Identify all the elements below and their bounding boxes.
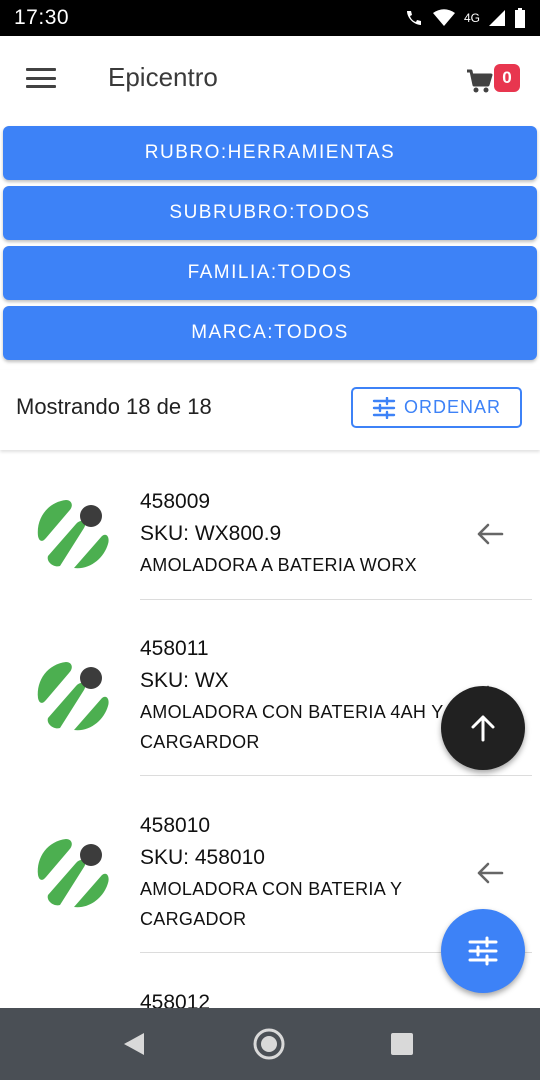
cart-icon [467, 69, 493, 93]
back-icon[interactable] [122, 1032, 146, 1056]
product-description: AMOLADORA A BATERIA WORX [140, 555, 417, 575]
divider [140, 775, 532, 776]
page-title: Epicentro [108, 62, 218, 92]
product-sku: SKU: WX [140, 669, 229, 692]
tune-icon [468, 936, 498, 966]
brand-logo-icon [35, 659, 109, 733]
system-nav-bar [0, 1008, 540, 1080]
network-label: 4G [463, 11, 480, 25]
list-item[interactable]: 458009 SKU: WX800.9 AMOLADORA A BATERIA … [0, 452, 540, 602]
cart-count-badge: 0 [494, 64, 520, 92]
cart-button[interactable]: 0 [466, 64, 522, 96]
product-description: AMOLADORA CON BATERIA 4AH Y CARGARDOR [140, 702, 444, 752]
scroll-top-button[interactable] [441, 686, 525, 770]
product-sku: SKU: 458010 [140, 846, 265, 869]
status-bar: 17:30 4G [0, 0, 540, 36]
product-sku: SKU: WX800.9 [140, 522, 282, 545]
results-count: Mostrando 18 de 18 [16, 394, 212, 419]
recents-icon[interactable] [391, 1033, 413, 1055]
menu-icon[interactable] [26, 68, 56, 88]
arrow-left-icon[interactable] [474, 518, 506, 550]
app-bar: Epicentro 0 [0, 36, 540, 120]
arrow-up-icon [471, 715, 495, 742]
home-icon[interactable] [252, 1027, 286, 1061]
brand-logo-icon [35, 497, 109, 571]
sort-button[interactable]: ORDENAR [351, 387, 522, 428]
filter-familia-button[interactable]: FAMILIA:TODOS [3, 246, 537, 300]
filter-subrubro-button[interactable]: SUBRUBRO:TODOS [3, 186, 537, 240]
product-code: 458009 [140, 490, 211, 513]
call-icon [406, 11, 421, 25]
tune-icon [372, 396, 396, 419]
filter-fab-button[interactable] [441, 909, 525, 993]
status-icons: 4G [404, 8, 526, 28]
arrow-left-icon[interactable] [474, 857, 506, 889]
product-code: 458011 [140, 637, 209, 660]
signal-icon [489, 10, 505, 26]
sort-label: ORDENAR [403, 397, 501, 417]
status-time: 17:30 [14, 6, 70, 29]
product-code: 458010 [140, 814, 211, 837]
battery-icon [515, 8, 525, 28]
wifi-icon [432, 9, 455, 26]
filter-marca-button[interactable]: MARCA:TODOS [3, 306, 537, 360]
filter-rubro-button[interactable]: RUBRO:HERRAMIENTAS [3, 126, 537, 180]
results-summary: Mostrando 18 de 18 ORDENAR [0, 370, 540, 450]
divider [140, 599, 532, 600]
brand-logo-icon [35, 836, 109, 910]
product-description: AMOLADORA CON BATERIA Y CARGADOR [140, 879, 402, 929]
product-code: 458012 [140, 991, 211, 1008]
